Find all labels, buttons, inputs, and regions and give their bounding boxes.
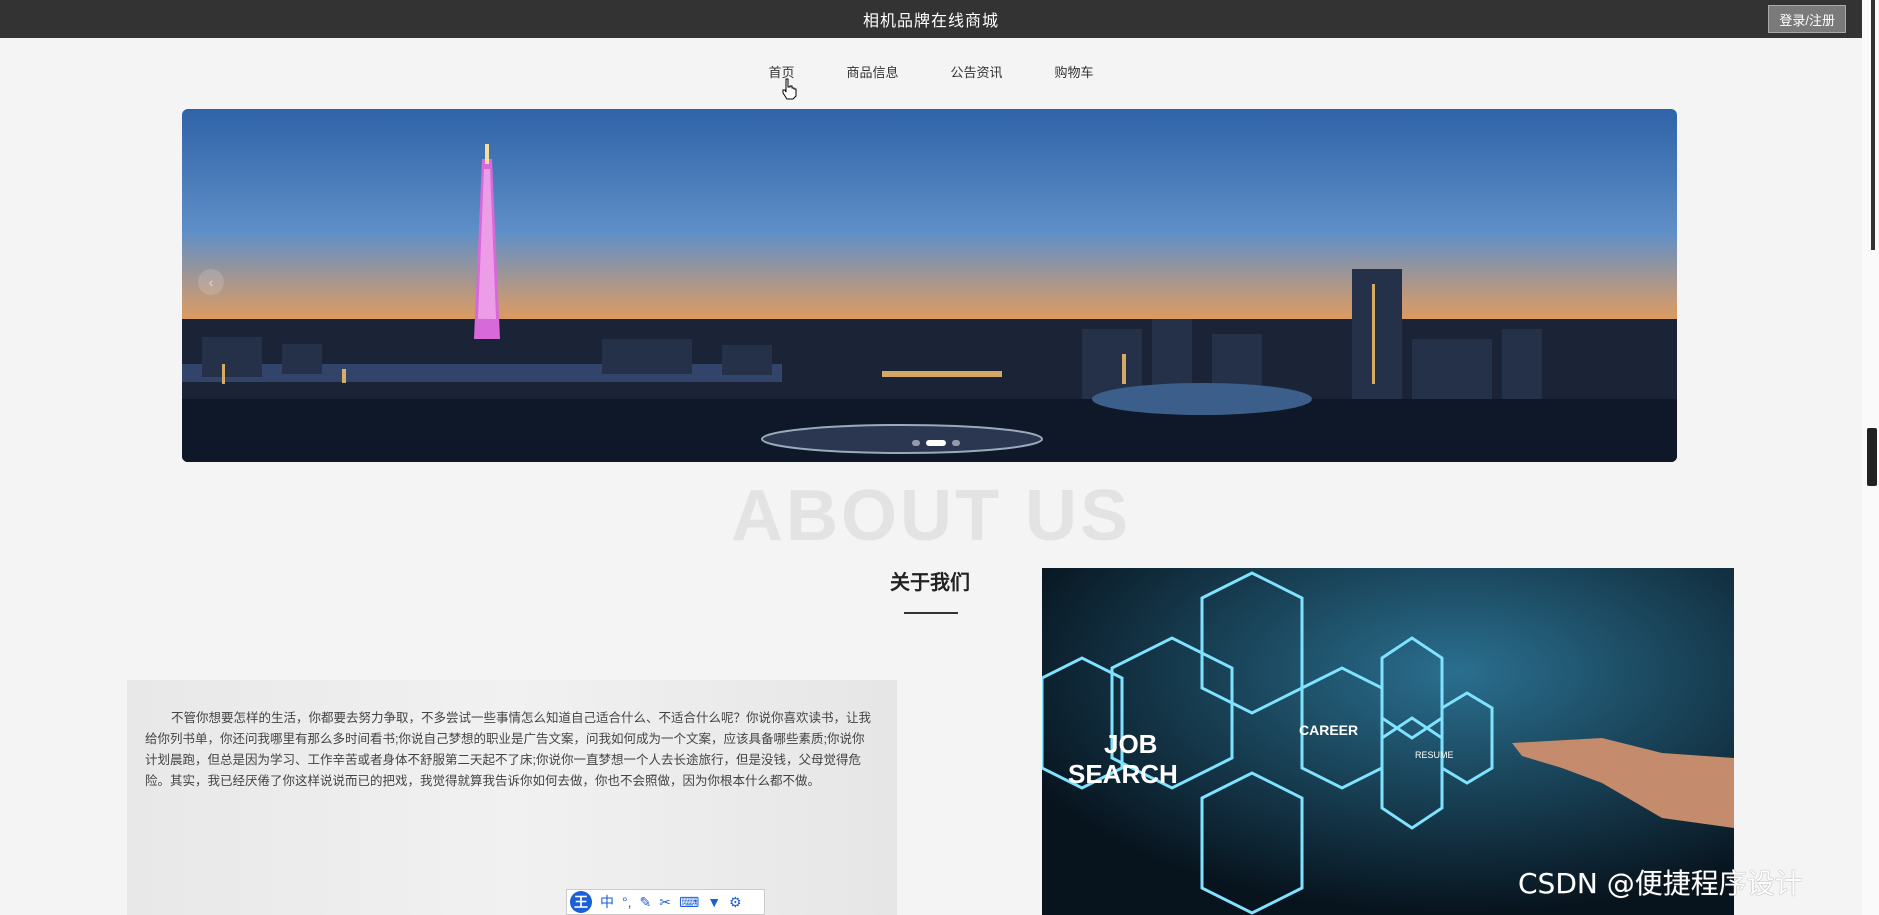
carousel-prev-button[interactable]: ‹ [198,269,224,295]
about-watermark-heading: ABOUT US [731,476,1131,556]
top-header-bar: 相机品牌在线商城 登录/注册 [0,0,1862,38]
title-underline [904,612,958,614]
nav-item-cart[interactable]: 购物车 [1055,62,1094,81]
image-text-resume: RESUME [1415,750,1454,760]
ime-pen-icon[interactable]: ✎ [640,894,652,911]
nav-item-news[interactable]: 公告资讯 [951,62,1003,81]
ime-settings-icon[interactable]: ⚙ [729,894,742,911]
image-text-search: SEARCH [1068,759,1178,789]
page-scrollbar[interactable] [1862,0,1879,915]
csdn-watermark: CSDN @便捷程序设计 [1518,867,1803,900]
city-skyline-image [182,144,1677,462]
ime-mode-toggle[interactable]: 中 [600,892,614,912]
login-register-button[interactable]: 登录/注册 [1768,5,1846,33]
ime-skin-icon[interactable]: ▼ [707,894,721,910]
ime-keyboard-icon[interactable]: ⌨ [679,894,699,911]
ime-scissors-icon[interactable]: ✂ [659,894,671,911]
ime-logo-icon[interactable]: 王 [570,891,592,913]
carousel-dot-3[interactable] [952,440,960,446]
carousel-dots [912,440,960,446]
image-text-career: CAREER [1299,722,1358,738]
scrollbar-thumb[interactable] [1867,428,1877,486]
about-text-panel: 不管你想要怎样的生活，你都要去努力争取，不多尝试一些事情怎么知道自己适合什么、不… [127,680,897,915]
about-description: 不管你想要怎样的生活，你都要去努力争取，不多尝试一些事情怎么知道自己适合什么、不… [145,710,872,788]
ime-punctuation-icon[interactable]: °, [622,894,632,910]
carousel-dot-1[interactable] [912,440,920,446]
hero-carousel[interactable]: ‹ [182,109,1677,462]
site-title: 相机品牌在线商城 [862,13,999,30]
ime-toolbar[interactable]: 王 中 °, ✎ ✂ ⌨ ▼ ⚙ [566,889,765,915]
image-text-job: JOB [1104,729,1157,759]
main-nav: 首页 商品信息 公告资讯 购物车 [0,62,1862,81]
hand-cursor-icon [782,78,797,100]
nav-item-products[interactable]: 商品信息 [846,62,898,81]
scrollbar-track-edge [1871,0,1875,250]
about-section-title: 关于我们 [890,572,970,594]
carousel-dot-2[interactable] [926,440,946,446]
